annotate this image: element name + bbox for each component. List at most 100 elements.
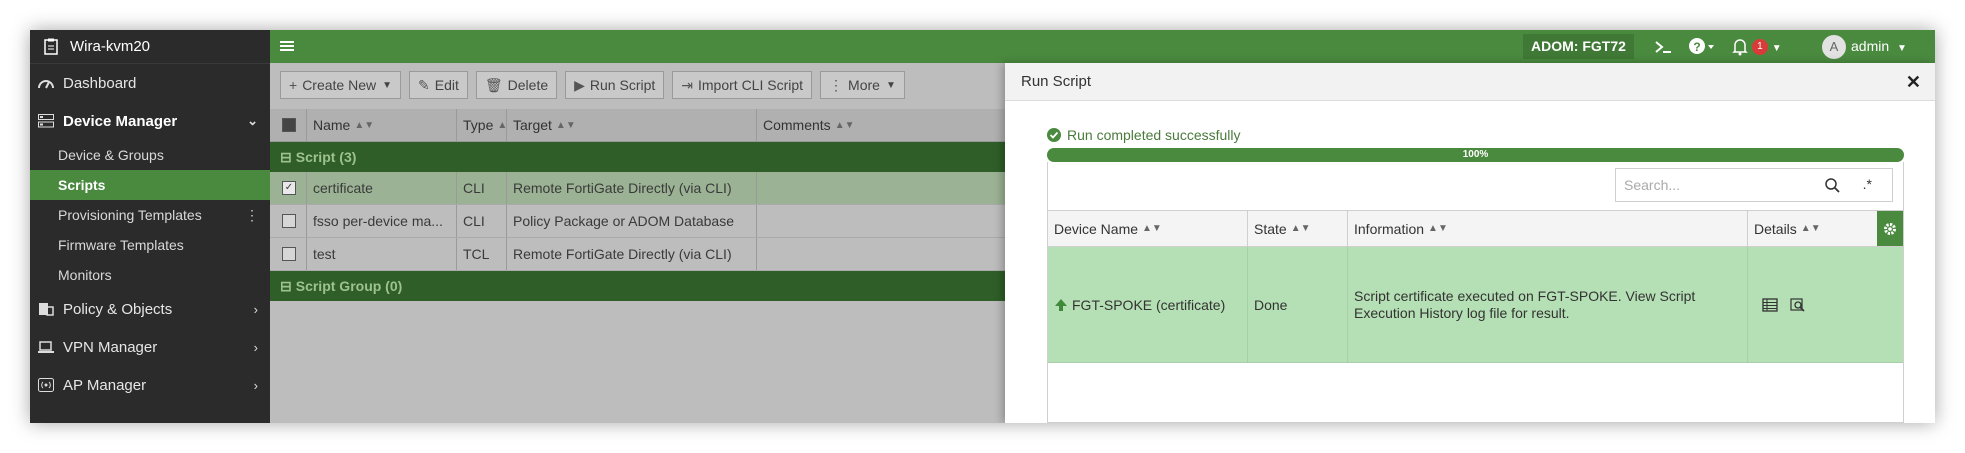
sidebar-sub-label: Device & Groups xyxy=(58,147,164,163)
search-icon[interactable] xyxy=(1824,177,1840,193)
cell-type: CLI xyxy=(457,172,507,204)
column-label: Type xyxy=(463,117,494,133)
sidebar-sub-monitors[interactable]: Monitors xyxy=(30,260,270,290)
top-bar: ADOM: FGT72 ? 1 ▼ Aadmin ▼ xyxy=(270,30,1935,63)
sidebar-header: Wira-kvm20 xyxy=(30,30,270,64)
notifications-icon[interactable]: 1 ▼ xyxy=(1732,30,1782,63)
results-panel: Search... .* Device Name ▲▼ State ▲▼ Infor… xyxy=(1047,162,1904,423)
sidebar-item-device-manager[interactable]: Device Manager ⌄ xyxy=(30,102,270,140)
button-label: Edit xyxy=(434,77,459,93)
chevron-down-icon: ▼ xyxy=(1897,43,1907,54)
arrow-up-icon xyxy=(1055,298,1067,311)
row-checkbox[interactable] xyxy=(270,238,307,270)
sort-icon: ▲ xyxy=(497,119,507,131)
select-all-checkbox[interactable] xyxy=(270,109,307,141)
column-header-state[interactable]: State ▲▼ xyxy=(1248,211,1348,246)
row-checkbox[interactable]: ✓ xyxy=(270,172,307,204)
cell-type: CLI xyxy=(457,205,507,237)
sidebar-sub-label: Provisioning Templates xyxy=(58,207,202,223)
column-label: State xyxy=(1254,220,1287,237)
column-header-device-name[interactable]: Device Name ▲▼ xyxy=(1048,211,1248,246)
clipboard-icon xyxy=(44,38,58,55)
row-checkbox[interactable] xyxy=(270,205,307,237)
play-icon: ▶ xyxy=(574,76,585,93)
regex-icon[interactable]: .* xyxy=(1863,176,1872,192)
sort-icon: ▲▼ xyxy=(1800,223,1821,234)
sidebar-sub-device-groups[interactable]: Device & Groups xyxy=(30,140,270,170)
chevron-down-icon: ▼ xyxy=(1771,43,1782,54)
import-cli-script-button[interactable]: ⇥ Import CLI Script xyxy=(672,71,813,99)
chevron-down-icon: ▼ xyxy=(885,79,896,91)
search-placeholder: Search... xyxy=(1624,177,1681,193)
column-header-name[interactable]: Name ▲▼ xyxy=(307,109,457,141)
edit-button[interactable]: ✎ Edit xyxy=(409,71,468,99)
app-window: Wira-kvm20 Dashboard Device Manager ⌄ De… xyxy=(30,30,1935,423)
edit-icon: ✎ xyxy=(418,76,430,93)
import-icon: ⇥ xyxy=(681,76,693,93)
sidebar-sub-provisioning-templates[interactable]: Provisioning Templates ⋮ xyxy=(30,200,270,230)
column-header-target[interactable]: Target ▲▼ xyxy=(507,109,757,141)
button-label: Delete xyxy=(507,77,549,93)
run-status: Run completed successfully xyxy=(1047,127,1241,143)
button-label: More xyxy=(848,77,880,93)
chevron-down-icon: ▼ xyxy=(382,79,393,91)
help-icon[interactable]: ? xyxy=(1688,30,1718,63)
sidebar-sub-scripts[interactable]: Scripts xyxy=(30,170,270,200)
sidebar-item-vpn-manager[interactable]: VPN Manager › xyxy=(30,328,270,366)
column-label: Comments xyxy=(763,117,831,133)
more-button[interactable]: ⋮ More ▼ xyxy=(820,71,905,99)
sidebar-item-dashboard[interactable]: Dashboard xyxy=(30,64,270,102)
sidebar-sub-label: Firmware Templates xyxy=(58,237,184,253)
column-label: Information xyxy=(1354,220,1425,237)
kebab-icon: ⋮ xyxy=(829,76,844,93)
kebab-menu-icon[interactable]: ⋮ xyxy=(245,207,259,224)
sort-icon: ▲▼ xyxy=(1290,223,1311,234)
progress-bar: 100% xyxy=(1047,148,1904,162)
svg-text:?: ? xyxy=(1693,40,1700,54)
column-header-details[interactable]: Details ▲▼ xyxy=(1748,211,1877,246)
column-header-type[interactable]: Type ▲ xyxy=(457,109,507,141)
sidebar-item-label: AP Manager xyxy=(63,376,147,394)
create-new-button[interactable]: + Create New ▼ xyxy=(280,71,402,99)
cell-name: certificate xyxy=(307,172,457,204)
avatar: A xyxy=(1822,35,1846,60)
toolbar: + Create New ▼ ✎ Edit 🗑 Delete ▶ Run Script ⇥… xyxy=(280,71,913,101)
sidebar-sub-label: Scripts xyxy=(58,177,106,193)
column-label: Details xyxy=(1754,220,1797,237)
run-script-button[interactable]: ▶ Run Script xyxy=(565,71,665,99)
progress-fill: 100% xyxy=(1047,148,1904,162)
results-table-header: Device Name ▲▼ State ▲▼ Information ▲▼ Deta… xyxy=(1048,210,1903,247)
column-settings-gear-icon[interactable] xyxy=(1877,211,1903,246)
result-row[interactable]: FGT-SPOKE (certificate) Done Script cert… xyxy=(1048,247,1903,363)
column-header-information[interactable]: Information ▲▼ xyxy=(1348,211,1748,246)
sidebar-sub-firmware-templates[interactable]: Firmware Templates xyxy=(30,230,270,260)
cell-details xyxy=(1748,247,1903,362)
column-label: Target xyxy=(513,117,552,133)
chevron-right-icon: › xyxy=(253,339,258,355)
close-icon[interactable]: ✕ xyxy=(1906,72,1921,93)
cell-state: Done xyxy=(1248,247,1348,362)
adom-selector[interactable]: ADOM: FGT72 xyxy=(1523,34,1634,59)
cli-console-icon[interactable] xyxy=(1654,30,1674,63)
view-details-icon[interactable] xyxy=(1790,297,1806,312)
delete-button[interactable]: 🗑 Delete xyxy=(475,71,558,99)
host-name: Wira-kvm20 xyxy=(70,38,151,55)
run-script-dialog: Run Script ✕ Run completed successfully … xyxy=(1005,63,1935,423)
sidebar-item-ap-manager[interactable]: AP Manager › xyxy=(30,366,270,404)
cell-type: TCL xyxy=(457,238,507,270)
collapse-icon: ⊟ xyxy=(280,148,292,165)
search-input[interactable]: Search... .* xyxy=(1615,168,1893,202)
plus-icon: + xyxy=(289,77,298,93)
sidebar-item-label: VPN Manager xyxy=(63,338,158,356)
user-menu[interactable]: Aadmin ▼ xyxy=(1822,30,1907,63)
sidebar-item-label: Policy & Objects xyxy=(63,300,173,318)
check-circle-icon xyxy=(1047,128,1061,142)
chevron-right-icon: › xyxy=(253,377,258,393)
cell-information: Script certificate executed on FGT-SPOKE… xyxy=(1348,247,1748,362)
log-table-icon[interactable] xyxy=(1762,297,1778,312)
column-label: Name xyxy=(313,117,351,133)
sidebar-item-policy-objects[interactable]: Policy & Objects › xyxy=(30,290,270,328)
sort-icon: ▲▼ xyxy=(1142,223,1162,234)
hamburger-menu-icon[interactable] xyxy=(280,38,296,54)
sidebar-item-label: Dashboard xyxy=(63,74,137,92)
